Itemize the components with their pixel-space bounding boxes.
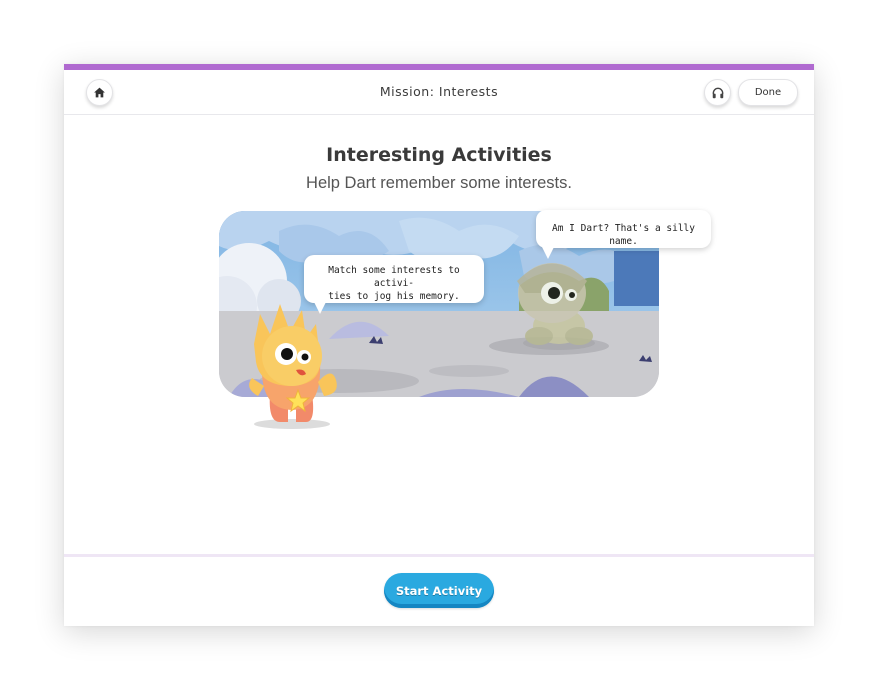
- mission-title: Mission: Interests: [379, 84, 499, 99]
- audio-button[interactable]: [704, 79, 731, 106]
- footer-divider: [64, 554, 814, 557]
- bubble-right-tail: [542, 247, 554, 259]
- done-button[interactable]: Done: [738, 79, 798, 106]
- speech-bubble-guide: Match some interests to activi- ties to …: [304, 255, 484, 303]
- mascot-character: [249, 304, 337, 429]
- activity-title: Interesting Activities: [326, 144, 552, 166]
- top-bar: Mission: Interests Done: [64, 70, 814, 115]
- bubble-left-line1: Match some interests to activi-: [328, 265, 460, 289]
- activity-window: Mission: Interests Done Interesting Acti…: [64, 64, 814, 626]
- start-activity-button[interactable]: Start Activity: [384, 573, 494, 608]
- speech-bubble-dart: Am I Dart? That's a silly name.: [536, 210, 711, 248]
- bubble-left-tail: [314, 302, 326, 314]
- activity-subtitle: Help Dart remember some interests.: [306, 174, 572, 192]
- headphones-icon: [712, 87, 723, 98]
- bubble-left-line2: ties to jog his memory.: [328, 291, 460, 302]
